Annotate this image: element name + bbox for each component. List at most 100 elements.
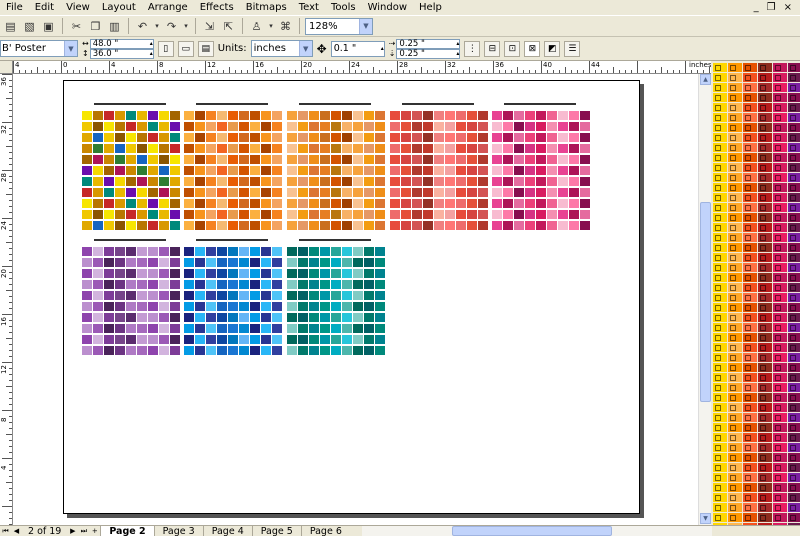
palette-swatch[interactable] <box>743 93 757 102</box>
color-swatch[interactable] <box>250 177 260 186</box>
color-swatch[interactable] <box>342 111 352 120</box>
color-swatch[interactable] <box>126 221 136 230</box>
color-swatch[interactable] <box>261 199 271 208</box>
color-swatch[interactable] <box>514 188 524 197</box>
color-swatch[interactable] <box>206 177 216 186</box>
nudge-offset-field[interactable]: 0.1 " ▴ <box>330 40 385 57</box>
color-swatch[interactable] <box>184 258 194 267</box>
color-swatch[interactable] <box>536 199 546 208</box>
menu-effects[interactable]: Effects <box>194 0 240 15</box>
color-swatch[interactable] <box>272 155 282 164</box>
color-swatch[interactable] <box>434 199 444 208</box>
color-swatch[interactable] <box>261 221 271 230</box>
minimize-button[interactable]: _ <box>754 2 759 13</box>
color-swatch[interactable] <box>309 133 319 142</box>
color-swatch[interactable] <box>364 346 374 355</box>
color-swatch[interactable] <box>184 291 194 300</box>
color-swatch[interactable] <box>148 188 158 197</box>
palette-swatch[interactable] <box>713 313 727 322</box>
palette-swatch[interactable] <box>728 213 742 222</box>
palette-swatch[interactable] <box>713 403 727 412</box>
color-swatch[interactable] <box>261 324 271 333</box>
color-swatch[interactable] <box>514 122 524 131</box>
palette-swatch[interactable] <box>713 303 727 312</box>
palette-swatch[interactable] <box>788 193 800 202</box>
palette-swatch[interactable] <box>713 373 727 382</box>
color-swatch[interactable] <box>148 346 158 355</box>
palette-swatch[interactable] <box>773 293 787 302</box>
color-swatch[interactable] <box>467 177 477 186</box>
palette-swatch[interactable] <box>728 413 742 422</box>
color-swatch[interactable] <box>217 144 227 153</box>
color-swatch[interactable] <box>342 302 352 311</box>
color-swatch[interactable] <box>375 133 385 142</box>
color-swatch[interactable] <box>115 269 125 278</box>
color-swatch[interactable] <box>298 324 308 333</box>
color-swatch[interactable] <box>580 177 590 186</box>
palette-swatch[interactable] <box>713 113 727 122</box>
palette-swatch[interactable] <box>728 113 742 122</box>
color-swatch[interactable] <box>353 302 363 311</box>
color-swatch[interactable] <box>445 210 455 219</box>
palette-swatch[interactable] <box>713 443 727 452</box>
color-swatch[interactable] <box>342 258 352 267</box>
palette-swatch[interactable] <box>728 463 742 472</box>
color-swatch[interactable] <box>390 122 400 131</box>
color-swatch[interactable] <box>536 144 546 153</box>
palette-swatch[interactable] <box>788 363 800 372</box>
palette-swatch[interactable] <box>758 293 772 302</box>
color-swatch[interactable] <box>239 291 249 300</box>
color-swatch[interactable] <box>261 111 271 120</box>
color-swatch[interactable] <box>342 324 352 333</box>
color-swatch[interactable] <box>148 247 158 256</box>
menu-view[interactable]: View <box>60 0 96 15</box>
options-icon[interactable]: ☰ <box>564 40 581 57</box>
palette-swatch[interactable] <box>743 73 757 82</box>
color-swatch[interactable] <box>309 269 319 278</box>
color-swatch[interactable] <box>580 210 590 219</box>
palette-swatch[interactable] <box>713 233 727 242</box>
color-swatch[interactable] <box>250 199 260 208</box>
palette-swatch[interactable] <box>743 503 757 512</box>
color-swatch[interactable] <box>503 177 513 186</box>
color-swatch[interactable] <box>456 221 466 230</box>
color-swatch[interactable] <box>206 133 216 142</box>
color-chart-block[interactable] <box>184 239 282 359</box>
color-swatch[interactable] <box>261 155 271 164</box>
palette-swatch[interactable] <box>728 163 742 172</box>
color-swatch[interactable] <box>434 144 444 153</box>
color-swatch[interactable] <box>148 258 158 267</box>
palette-swatch[interactable] <box>728 393 742 402</box>
color-swatch[interactable] <box>250 122 260 131</box>
palette-swatch[interactable] <box>743 493 757 502</box>
palette-swatch[interactable] <box>758 403 772 412</box>
color-swatch[interactable] <box>148 302 158 311</box>
color-swatch[interactable] <box>93 346 103 355</box>
color-swatch[interactable] <box>364 177 374 186</box>
palette-swatch[interactable] <box>743 183 757 192</box>
color-swatch[interactable] <box>569 144 579 153</box>
color-swatch[interactable] <box>514 144 524 153</box>
color-swatch[interactable] <box>115 199 125 208</box>
new-icon[interactable]: ▤ <box>2 18 19 35</box>
color-swatch[interactable] <box>525 166 535 175</box>
palette-swatch[interactable] <box>758 133 772 142</box>
color-swatch[interactable] <box>434 188 444 197</box>
color-swatch[interactable] <box>401 166 411 175</box>
color-swatch[interactable] <box>580 133 590 142</box>
color-swatch[interactable] <box>331 122 341 131</box>
palette-swatch[interactable] <box>743 253 757 262</box>
color-swatch[interactable] <box>320 122 330 131</box>
color-swatch[interactable] <box>159 302 169 311</box>
color-swatch[interactable] <box>514 221 524 230</box>
color-swatch[interactable] <box>126 199 136 208</box>
color-swatch[interactable] <box>170 269 180 278</box>
color-swatch[interactable] <box>104 111 114 120</box>
color-swatch[interactable] <box>261 346 271 355</box>
palette-swatch[interactable] <box>758 463 772 472</box>
page-tab[interactable]: Page 4 <box>202 525 252 536</box>
color-swatch[interactable] <box>412 188 422 197</box>
color-swatch[interactable] <box>195 177 205 186</box>
color-swatch[interactable] <box>342 210 352 219</box>
color-swatch[interactable] <box>353 324 363 333</box>
